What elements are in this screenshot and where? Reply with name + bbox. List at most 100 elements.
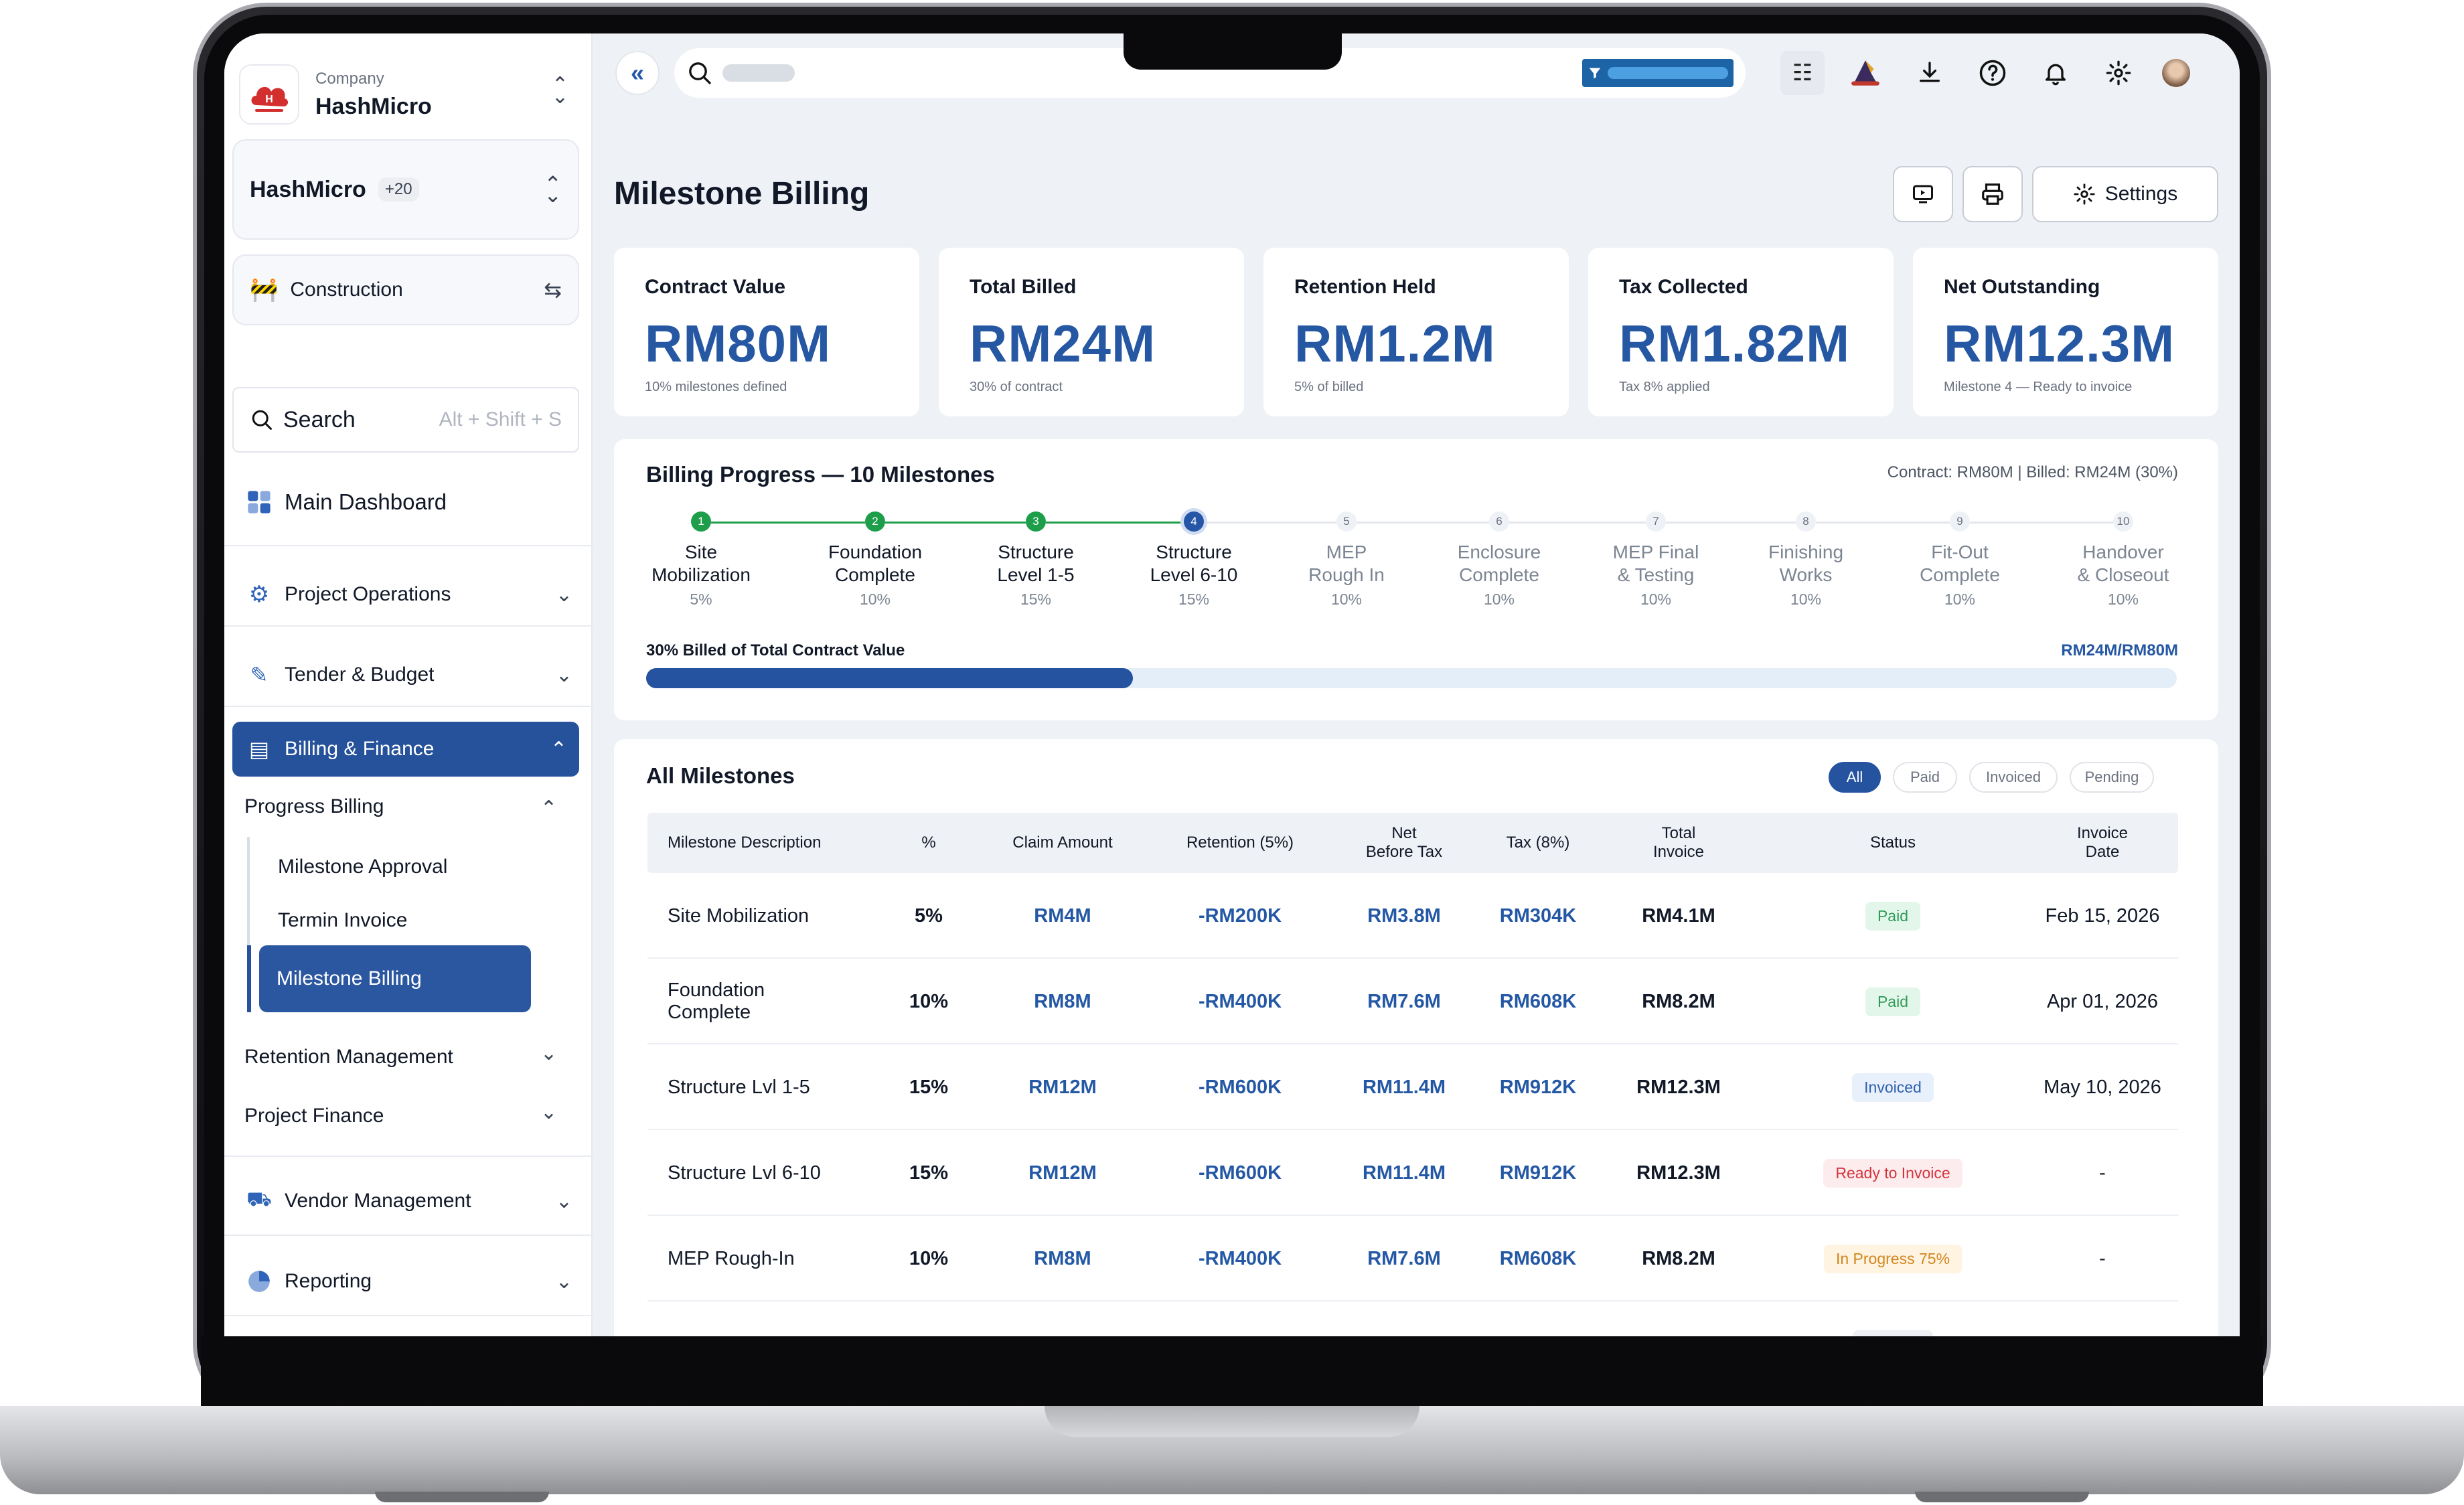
double-chevron-left-icon: « [630,59,645,86]
screen: H Company HashMicro ⌃ ⌄ HashMicro +20 ⌃ ⌄ … [224,33,2240,1336]
cell-tax: RM912K [1499,1076,1577,1098]
chevron-up-icon[interactable]: ⌃ [540,797,557,820]
nav-milestone-billing[interactable]: Milestone Billing [259,945,531,1012]
filter-value-pill [1608,67,1728,79]
cell-total: RM12.3M [1636,1162,1721,1184]
laptop-opening-notch [1045,1406,1419,1437]
dashboard-grid-icon [244,487,274,517]
cell-net: RM3.8M [1367,904,1441,927]
th-total: Total Invoice [1652,824,1705,861]
milestone-step[interactable]: 10 Handover & Closeout 10% [2056,511,2190,609]
company-switcher[interactable]: H Company HashMicro ⌃ ⌄ [232,51,579,138]
milestone-step[interactable]: 1 Site Mobilization 5% [634,511,768,609]
status-cell: Paid [1759,959,2027,1044]
milestone-percent: 10% [859,590,891,608]
print-button[interactable] [1962,166,2023,222]
milestone-step[interactable]: 6 Enclosure Complete 10% [1432,511,1566,609]
wizard-hat-button[interactable] [1843,51,1888,95]
milestone-name-line2: Mobilization [651,564,751,585]
chevron-down-icon[interactable]: ⌄ [540,1101,557,1124]
notifications-button[interactable] [2033,51,2078,95]
table-row[interactable]: MEP Rough-In 10% RM8M -RM400K RM7.6M RM608K RM… [647,1216,2178,1301]
progress-bar-label: 30% Billed of Total Contract Value [646,641,905,659]
th-retention: Retention (5%) [1186,834,1294,852]
bell-icon [2046,64,2066,86]
all-milestones-card: All Milestones All Paid Invoiced Pending… [614,739,2218,1336]
delivery-truck-icon: ⛟ [246,1188,272,1210]
kpi-subtext: 5% of billed [1294,380,1364,394]
filter-chip-invoiced[interactable]: Invoiced [1969,762,2058,793]
table-row[interactable]: Structure Lvl 1-5 15% RM12M -RM600K RM11.4M R… [647,1044,2178,1130]
user-avatar[interactable] [2162,59,2190,87]
cell-desc: Enclosure Complete [647,1301,848,1337]
module-switcher[interactable]: 🚧 Construction ⇆ [232,254,579,325]
cell-total: RM8.2M [1642,1247,1715,1269]
nav-milestone-approval[interactable]: Milestone Approval [278,856,447,878]
milestone-step[interactable]: 9 Fit-Out Complete 10% [1893,511,2027,609]
table-row[interactable]: Foundation Complete 10% RM8M -RM400K RM7.6M R… [647,959,2178,1044]
table-header: Milestone Description% Claim Amount Retent… [647,813,2178,873]
table-row[interactable]: Structure Lvl 6-10 15% RM12M -RM600K RM11.4M… [647,1130,2178,1216]
nav-progress-billing[interactable]: Progress Billing [244,795,384,818]
download-button[interactable] [1908,51,1952,95]
cell-pct: 10% [889,1301,969,1337]
nav-retention-management[interactable]: Retention Management [244,1046,453,1068]
milestone-name-line2: Level 6-10 [1150,564,1238,585]
status-badge: Ready to Invoice [1823,1158,1962,1188]
cell-pct: 10% [909,1247,949,1269]
filter-dropdown[interactable] [1582,59,1734,87]
milestone-step[interactable]: 4 Structure Level 6-10 15% [1127,511,1261,609]
milestone-number-badge: 8 [1796,511,1816,532]
nav-tender-budget[interactable]: ✎ Tender & Budget ⌄ [224,641,593,708]
nav-termin-invoice[interactable]: Termin Invoice [278,909,407,932]
milestone-percent: 10% [1640,590,1672,608]
sidebar-search-input[interactable]: Search Alt + Shift + S [232,387,579,453]
milestone-number-badge: 1 [691,511,711,532]
table-row[interactable]: Site Mobilization 5% RM4M -RM200K RM3.8M RM30… [647,873,2178,959]
filter-chip-pending[interactable]: Pending [2070,762,2154,793]
milestone-name-line2: Works [1779,564,1833,585]
settings-button[interactable]: Settings [2032,166,2218,222]
present-button[interactable] [1893,166,1953,222]
cell-date: - [2099,1247,2106,1269]
milestone-number-badge: 7 [1646,511,1666,532]
workspace-switcher[interactable]: HashMicro +20 ⌃ ⌄ [232,139,579,240]
divider [224,1156,593,1157]
help-button[interactable] [1971,51,2015,95]
th-tax: Tax (8%) [1506,834,1570,852]
milestone-name-line1: MEP Final [1612,542,1699,562]
milestone-name-line2: & Closeout [2077,564,2169,585]
nav-project-operations[interactable]: ⚙ Project Operations ⌄ [224,561,593,628]
milestone-step[interactable]: 2 Foundation Complete 10% [808,511,942,609]
status-cell: Ready to Invoice [1759,1130,2027,1216]
cell-ret: -RM400K [1156,1301,1324,1337]
nav-billing-finance[interactable]: ▤ Billing & Finance ⌃ [232,722,579,777]
kpi-card-contract-value: Contract Value RM80M 10% milestones defi… [614,248,919,416]
nav-reporting[interactable]: Reporting ⌄ [224,1248,593,1315]
milestone-name-line1: Fit-Out [1931,542,1989,562]
cell-claim: RM4M [1034,904,1091,927]
settings-gear-button[interactable] [2096,51,2141,95]
milestone-step[interactable]: 5 MEP Rough In 10% [1280,511,1413,609]
tree-line-active [247,945,251,1012]
cell-total: RM4.1M [1642,904,1715,927]
chevron-up-down-icon[interactable]: ⌃ ⌄ [552,75,568,107]
collapse-sidebar-button[interactable]: « [615,51,660,95]
milestone-name-line1: Handover [2082,542,2164,562]
cell-ret: -RM200K [1198,904,1282,927]
milestone-step[interactable]: 7 MEP Final & Testing 10% [1589,511,1723,609]
chevron-down-icon[interactable]: ⌄ [540,1042,557,1065]
filter-chip-paid[interactable]: Paid [1893,762,1957,793]
milestone-number-badge: 4 [1184,511,1204,532]
milestone-name-line2: & Testing [1617,564,1695,585]
milestone-step[interactable]: 8 Finishing Works 10% [1739,511,1873,609]
chevron-down-icon: ⌄ [555,663,572,686]
funnel-icon [1589,68,1601,79]
nav-main-dashboard[interactable]: Main Dashboard [224,477,593,528]
sliders-button[interactable]: ☷ [1780,51,1825,95]
filter-chip-all[interactable]: All [1829,762,1881,793]
milestone-step[interactable]: 3 Structure Level 1-5 15% [969,511,1103,609]
nav-vendor-management[interactable]: ⛟ Vendor Management ⌄ [224,1168,593,1235]
nav-project-finance[interactable]: Project Finance [244,1105,384,1127]
table-row[interactable]: Enclosure Complete10%RM8M-RM400KRM7.6MRM… [647,1301,2178,1336]
